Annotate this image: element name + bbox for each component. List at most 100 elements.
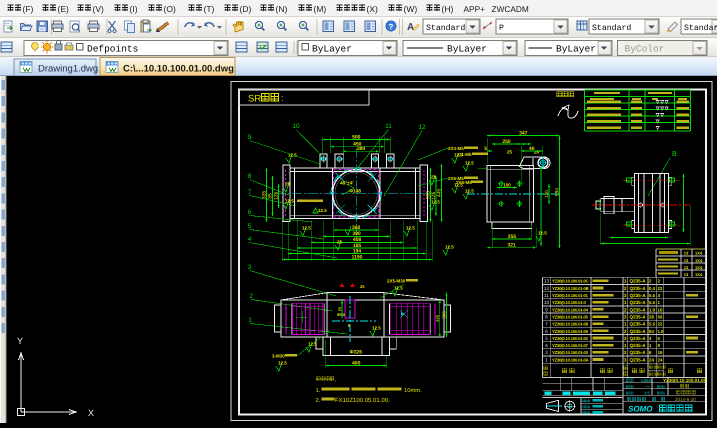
svg-text:1.9: 1.9 [649, 307, 656, 312]
svg-text:Φ148: Φ148 [349, 189, 361, 195]
svg-text:YZ30(0.10.100.01-09: YZ30(0.10.100.01-09 [552, 329, 589, 334]
svg-text:25: 25 [337, 240, 343, 245]
svg-text:65: 65 [337, 306, 342, 311]
svg-text:8: 8 [248, 173, 252, 180]
svg-text:YZ30(0.10.100.01-0B: YZ30(0.10.100.01-0B [552, 286, 589, 291]
svg-text:Q235-A: Q235-A [630, 322, 647, 327]
svg-text:10mm.: 10mm. [404, 387, 422, 394]
svg-text:5.5: 5.5 [649, 300, 656, 305]
svg-text:28: 28 [649, 314, 654, 319]
svg-text:B: B [672, 151, 677, 158]
svg-text:P: P [499, 24, 504, 33]
svg-text:SR: SR [248, 94, 261, 105]
svg-text:12.5: 12.5 [278, 361, 287, 366]
svg-text:1X4: 1X4 [695, 251, 703, 256]
svg-text:10: 10 [544, 300, 550, 306]
svg-text:16: 16 [658, 350, 663, 355]
svg-text:1X4: 1X4 [695, 272, 703, 277]
svg-text:40: 40 [529, 146, 535, 152]
svg-text:(T): (T) [204, 4, 215, 14]
svg-text:4: 4 [545, 343, 548, 349]
svg-text:Q235-A: Q235-A [630, 357, 647, 362]
svg-text:300: 300 [442, 311, 447, 319]
svg-text:?: ? [389, 23, 394, 32]
svg-text:13: 13 [684, 258, 689, 263]
svg-text:Φ54: Φ54 [337, 312, 346, 317]
svg-text:1: 1 [624, 343, 627, 348]
svg-text:12: 12 [418, 124, 426, 131]
svg-text:12.5: 12.5 [302, 226, 311, 231]
svg-text:5: 5 [248, 223, 252, 230]
svg-text:5: 5 [545, 336, 548, 342]
svg-text:12: 12 [544, 286, 550, 292]
svg-text:Defpoints: Defpoints [87, 44, 138, 55]
svg-text:A: A [407, 22, 414, 33]
svg-text:12.5: 12.5 [372, 326, 381, 331]
svg-text:1X4: 1X4 [695, 265, 703, 270]
svg-text:13: 13 [684, 251, 689, 256]
svg-text:1: 1 [545, 357, 548, 363]
svg-text:2.: 2. [316, 397, 321, 404]
svg-text:2: 2 [624, 307, 627, 312]
svg-text:13: 13 [684, 272, 689, 277]
svg-text:Standard: Standard [426, 24, 465, 33]
svg-text:C0620: C0620 [641, 378, 654, 383]
svg-text:1X4: 1X4 [695, 258, 703, 263]
svg-text:125: 125 [274, 192, 280, 201]
svg-text:ByLayer: ByLayer [556, 44, 596, 55]
svg-text:7: 7 [248, 189, 252, 196]
svg-text::: : [281, 93, 284, 103]
svg-text:84: 84 [649, 329, 654, 334]
svg-text:Standard: Standard [592, 24, 631, 33]
svg-text:X: X [88, 408, 94, 418]
svg-text:12.5: 12.5 [431, 200, 440, 205]
svg-text:100: 100 [503, 182, 511, 187]
svg-text:12.5: 12.5 [285, 199, 294, 204]
svg-text:6: 6 [545, 329, 548, 335]
svg-text:11: 11 [385, 123, 392, 130]
svg-text:(N): (N) [276, 4, 288, 14]
svg-text:255: 255 [508, 234, 517, 240]
svg-text:(X): (X) [367, 4, 379, 14]
svg-text:250: 250 [502, 139, 511, 145]
svg-text:1.8: 1.8 [658, 329, 665, 334]
svg-text:Q235-A: Q235-A [630, 343, 647, 348]
svg-text:(F): (F) [23, 4, 34, 14]
svg-text:25: 25 [360, 284, 365, 289]
svg-text:(E): (E) [58, 4, 70, 14]
svg-text:1: 1 [624, 322, 627, 327]
svg-text:ByLayer: ByLayer [312, 44, 352, 55]
svg-text:12.5: 12.5 [406, 226, 415, 231]
svg-text:YZ30(0.10.100.01-0A: YZ30(0.10.100.01-0A [552, 357, 589, 362]
svg-text:Q235-A: Q235-A [630, 293, 647, 298]
svg-text:12.5: 12.5 [465, 189, 474, 194]
svg-text:500: 500 [352, 134, 361, 140]
svg-text:9: 9 [248, 134, 252, 141]
svg-text:Q235-A: Q235-A [630, 279, 647, 284]
svg-text:590: 590 [554, 188, 560, 197]
svg-text:SOMO: SOMO [628, 405, 653, 414]
svg-text:1.: 1. [316, 388, 321, 394]
svg-text:Drawing1.dwg: Drawing1.dwg [38, 64, 98, 75]
svg-text:7: 7 [545, 322, 548, 328]
svg-text:YZ30(0.10.100.01-04: YZ30(0.10.100.01-04 [552, 307, 589, 312]
svg-text:YZ30(0.10.100.01-02: YZ30(0.10.100.01-02 [552, 336, 589, 341]
svg-text:0.4: 0.4 [649, 286, 656, 291]
svg-text:1: 1 [624, 300, 627, 305]
svg-text:3: 3 [624, 314, 627, 319]
svg-text:APP+: APP+ [464, 4, 486, 14]
svg-text:56: 56 [658, 314, 663, 319]
svg-text:Q235-A: Q235-A [630, 286, 647, 291]
svg-text:2X5-M30: 2X5-M30 [387, 279, 406, 284]
svg-text:12.5: 12.5 [538, 231, 547, 236]
svg-text:C1-M5: C1-M5 [458, 152, 472, 157]
svg-text:2X3-M5: 2X3-M5 [448, 146, 464, 151]
svg-text:YZ30(0.10.100.01-05: YZ30(0.10.100.01-05 [552, 314, 589, 319]
svg-text:YZ30(0.10.100.01.00: YZ30(0.10.100.01.00 [663, 378, 707, 383]
svg-text:12.5: 12.5 [318, 208, 327, 213]
svg-text:Standard: Standard [684, 24, 717, 33]
svg-text:YZ30(0.10.100.01-01: YZ30(0.10.100.01-01 [552, 293, 589, 298]
svg-text:26: 26 [534, 150, 540, 155]
svg-text:445: 445 [437, 189, 443, 198]
svg-text:(M): (M) [314, 4, 327, 14]
